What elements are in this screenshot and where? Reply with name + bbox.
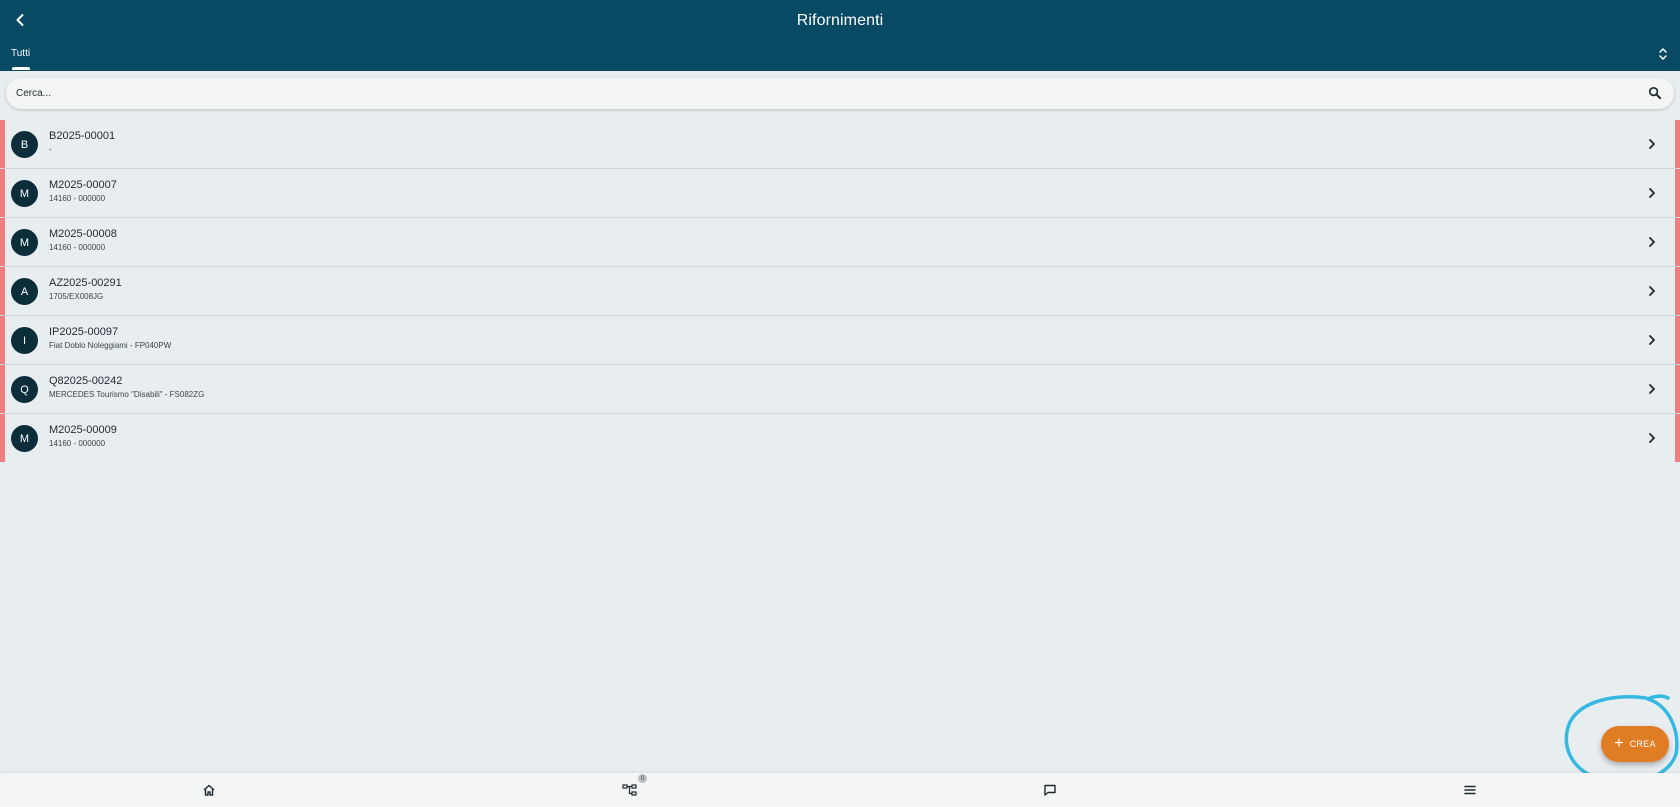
sitemap-icon	[622, 784, 637, 796]
avatar: Q	[11, 376, 38, 403]
item-title: AZ2025-00291	[49, 277, 122, 289]
status-accent-left	[0, 414, 5, 462]
item-title: M2025-00008	[49, 228, 117, 240]
menu-icon	[1464, 785, 1476, 795]
item-subtitle: 14160 - 000000	[49, 194, 106, 203]
plus-icon: +	[1614, 735, 1624, 752]
create-button-label: CREA	[1629, 739, 1656, 749]
tab-active-indicator	[12, 67, 30, 70]
nav-menu-button[interactable]	[1460, 780, 1480, 800]
notification-badge: 0	[638, 774, 647, 783]
status-accent-left	[0, 120, 5, 168]
list-item[interactable]: M M2025-00009 14160 - 000000	[0, 414, 1680, 462]
item-title: B2025-00001	[49, 130, 116, 142]
item-subtitle: 1705/EX008JG	[49, 292, 104, 301]
app-header: Rifornimenti Tutti	[0, 0, 1680, 71]
item-subtitle: MERCEDES Tourismo "Disabili" - FS082ZG	[49, 390, 205, 399]
status-accent-left	[0, 316, 5, 364]
item-subtitle: 14160 - 000000	[49, 243, 106, 252]
avatar: A	[11, 278, 38, 305]
list-item[interactable]: M M2025-00008 14160 - 000000	[0, 218, 1680, 267]
status-accent-right	[1675, 267, 1680, 315]
item-title: M2025-00007	[49, 179, 117, 191]
search-icon[interactable]	[1648, 86, 1662, 100]
chevron-right-icon	[1649, 286, 1655, 296]
item-subtitle: -	[49, 145, 52, 154]
status-accent-right	[1675, 120, 1680, 168]
status-accent-right	[1675, 316, 1680, 364]
item-subtitle: 14160 - 000000	[49, 439, 106, 448]
status-accent-left	[0, 218, 5, 266]
list-item[interactable]: Q Q82025-00242 MERCEDES Tourismo "Disabi…	[0, 365, 1680, 414]
chevron-right-icon	[1649, 433, 1655, 443]
status-accent-right	[1675, 169, 1680, 217]
search-bar	[6, 78, 1674, 109]
chevron-right-icon	[1649, 139, 1655, 149]
nav-home-button[interactable]	[199, 780, 219, 800]
status-accent-left	[0, 169, 5, 217]
unfold-icon	[1659, 48, 1667, 60]
status-accent-left	[0, 267, 5, 315]
bottom-nav: 0	[0, 773, 1680, 807]
list-item[interactable]: B B2025-00001 -	[0, 120, 1680, 169]
chevron-right-icon	[1649, 384, 1655, 394]
status-accent-left	[0, 365, 5, 413]
tab-tutti[interactable]: Tutti	[11, 48, 30, 60]
create-button[interactable]: + CREA	[1601, 726, 1669, 762]
nav-chat-button[interactable]	[1040, 780, 1060, 800]
chevron-right-icon	[1649, 188, 1655, 198]
status-accent-right	[1675, 218, 1680, 266]
chevron-right-icon	[1649, 335, 1655, 345]
search-input[interactable]	[16, 78, 1616, 109]
list-item[interactable]: M M2025-00007 14160 - 000000	[0, 169, 1680, 218]
status-accent-right	[1675, 365, 1680, 413]
avatar: M	[11, 425, 38, 452]
chevron-right-icon	[1649, 237, 1655, 247]
home-icon	[203, 784, 215, 796]
list-item[interactable]: I IP2025-00097 Fiat Doblo Noleggiami - F…	[0, 316, 1680, 365]
nav-sitemap-button[interactable]: 0	[620, 774, 647, 800]
list-item[interactable]: A AZ2025-00291 1705/EX008JG	[0, 267, 1680, 316]
avatar: I	[11, 327, 38, 354]
item-title: IP2025-00097	[49, 326, 119, 338]
sort-button[interactable]	[1656, 46, 1670, 62]
status-accent-right	[1675, 414, 1680, 462]
page-title: Rifornimenti	[796, 12, 884, 29]
item-title: M2025-00009	[49, 424, 117, 436]
item-title: Q82025-00242	[49, 375, 123, 387]
avatar: M	[11, 180, 38, 207]
avatar: B	[11, 131, 38, 158]
refuel-list: B B2025-00001 - M M2025-00007 14160 - 00…	[0, 120, 1680, 462]
chat-icon	[1044, 784, 1056, 796]
item-subtitle: Fiat Doblo Noleggiami - FP040PW	[49, 341, 172, 350]
avatar: M	[11, 229, 38, 256]
